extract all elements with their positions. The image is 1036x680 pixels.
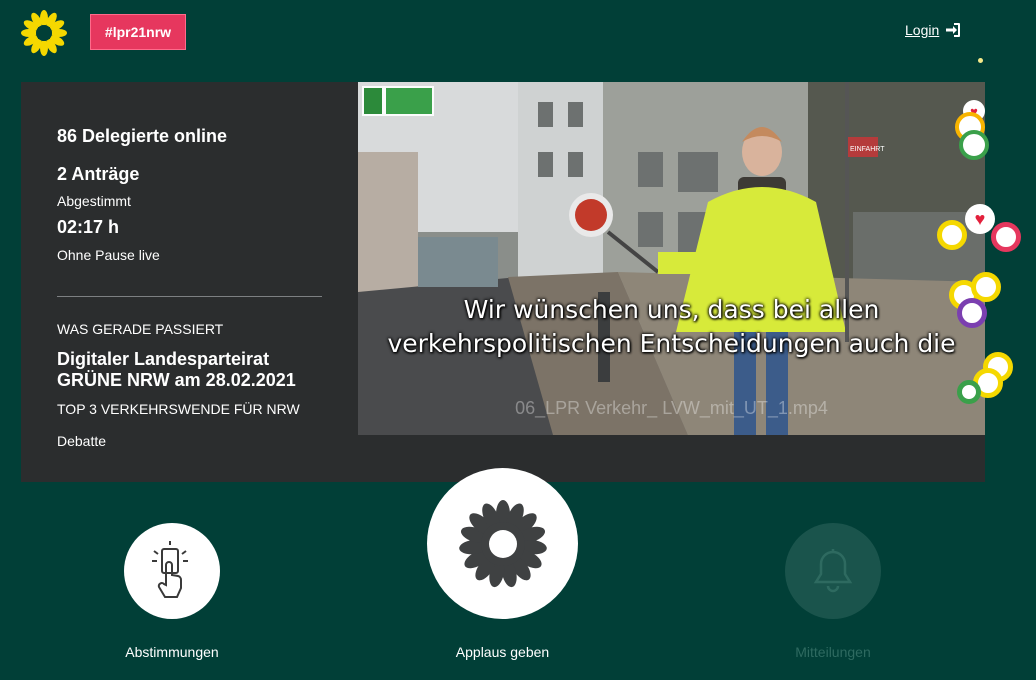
current-phase: Debatte xyxy=(57,433,107,449)
login-label[interactable]: Login xyxy=(905,22,939,38)
sunflower-reaction-icon xyxy=(959,130,989,160)
applause-button[interactable] xyxy=(427,468,578,619)
sunflower-reaction-icon xyxy=(991,222,1021,252)
sunflower-icon xyxy=(458,499,547,587)
sunflower-reaction-icon xyxy=(957,380,981,404)
messages-label[interactable]: Mitteilungen xyxy=(770,644,896,660)
sign-in-icon xyxy=(946,23,961,37)
live-panel: 86 Delegierte online 2 Anträge Abgestimm… xyxy=(21,82,985,482)
login-link[interactable]: Login xyxy=(905,22,961,38)
delegates-online: 86 Delegierte online xyxy=(57,126,228,146)
sunflower-reaction-icon xyxy=(937,220,967,250)
messages-button[interactable] xyxy=(785,523,881,619)
live-duration: 02:17 h xyxy=(57,217,120,237)
bell-icon xyxy=(813,549,853,593)
duration-status: Ohne Pause live xyxy=(57,247,160,263)
divider xyxy=(57,296,322,297)
reaction-stream: ♥ ♥ xyxy=(935,100,1025,430)
street-sign-text: EINFAHRT xyxy=(850,146,885,153)
vote-button[interactable] xyxy=(124,523,220,619)
motions-count: 2 Anträge xyxy=(57,164,140,184)
video-frame: EINFAHRT xyxy=(358,82,985,435)
vote-action[interactable]: Abstimmungen xyxy=(104,523,240,660)
hashtag-badge[interactable]: #lpr21nrw xyxy=(90,14,186,50)
decorative-dot xyxy=(978,58,983,63)
applause-action[interactable]: Applaus geben xyxy=(427,468,578,660)
live-video-player[interactable]: EINFAHRT Wir wünschen uns, dass bei alle… xyxy=(358,82,985,435)
heart-reaction-icon: ♥ xyxy=(965,204,995,234)
current-heading: WAS GERADE PASSIERT xyxy=(57,321,224,337)
subtitle-line-2: verkehrspolitischen Entscheidungen auch … xyxy=(387,329,956,358)
video-filename: 06_LPR Verkehr_ LVW_mit_UT_1.mp4 xyxy=(515,398,828,418)
applause-label[interactable]: Applaus geben xyxy=(427,644,578,660)
sunflower-reaction-icon xyxy=(957,298,987,328)
hand-vote-icon xyxy=(152,541,188,598)
motions-status: Abgestimmt xyxy=(57,193,131,209)
event-title: Digitaler Landesparteirat GRÜNE NRW am 2… xyxy=(57,349,296,390)
messages-action[interactable]: Mitteilungen xyxy=(770,523,896,660)
agenda-item: TOP 3 VERKEHRSWENDE FÜR NRW xyxy=(57,401,300,417)
subtitle-line-1: Wir wünschen uns, dass bei allen xyxy=(463,295,880,324)
sunflower-logo-icon[interactable] xyxy=(20,10,68,56)
vote-label[interactable]: Abstimmungen xyxy=(104,644,240,660)
